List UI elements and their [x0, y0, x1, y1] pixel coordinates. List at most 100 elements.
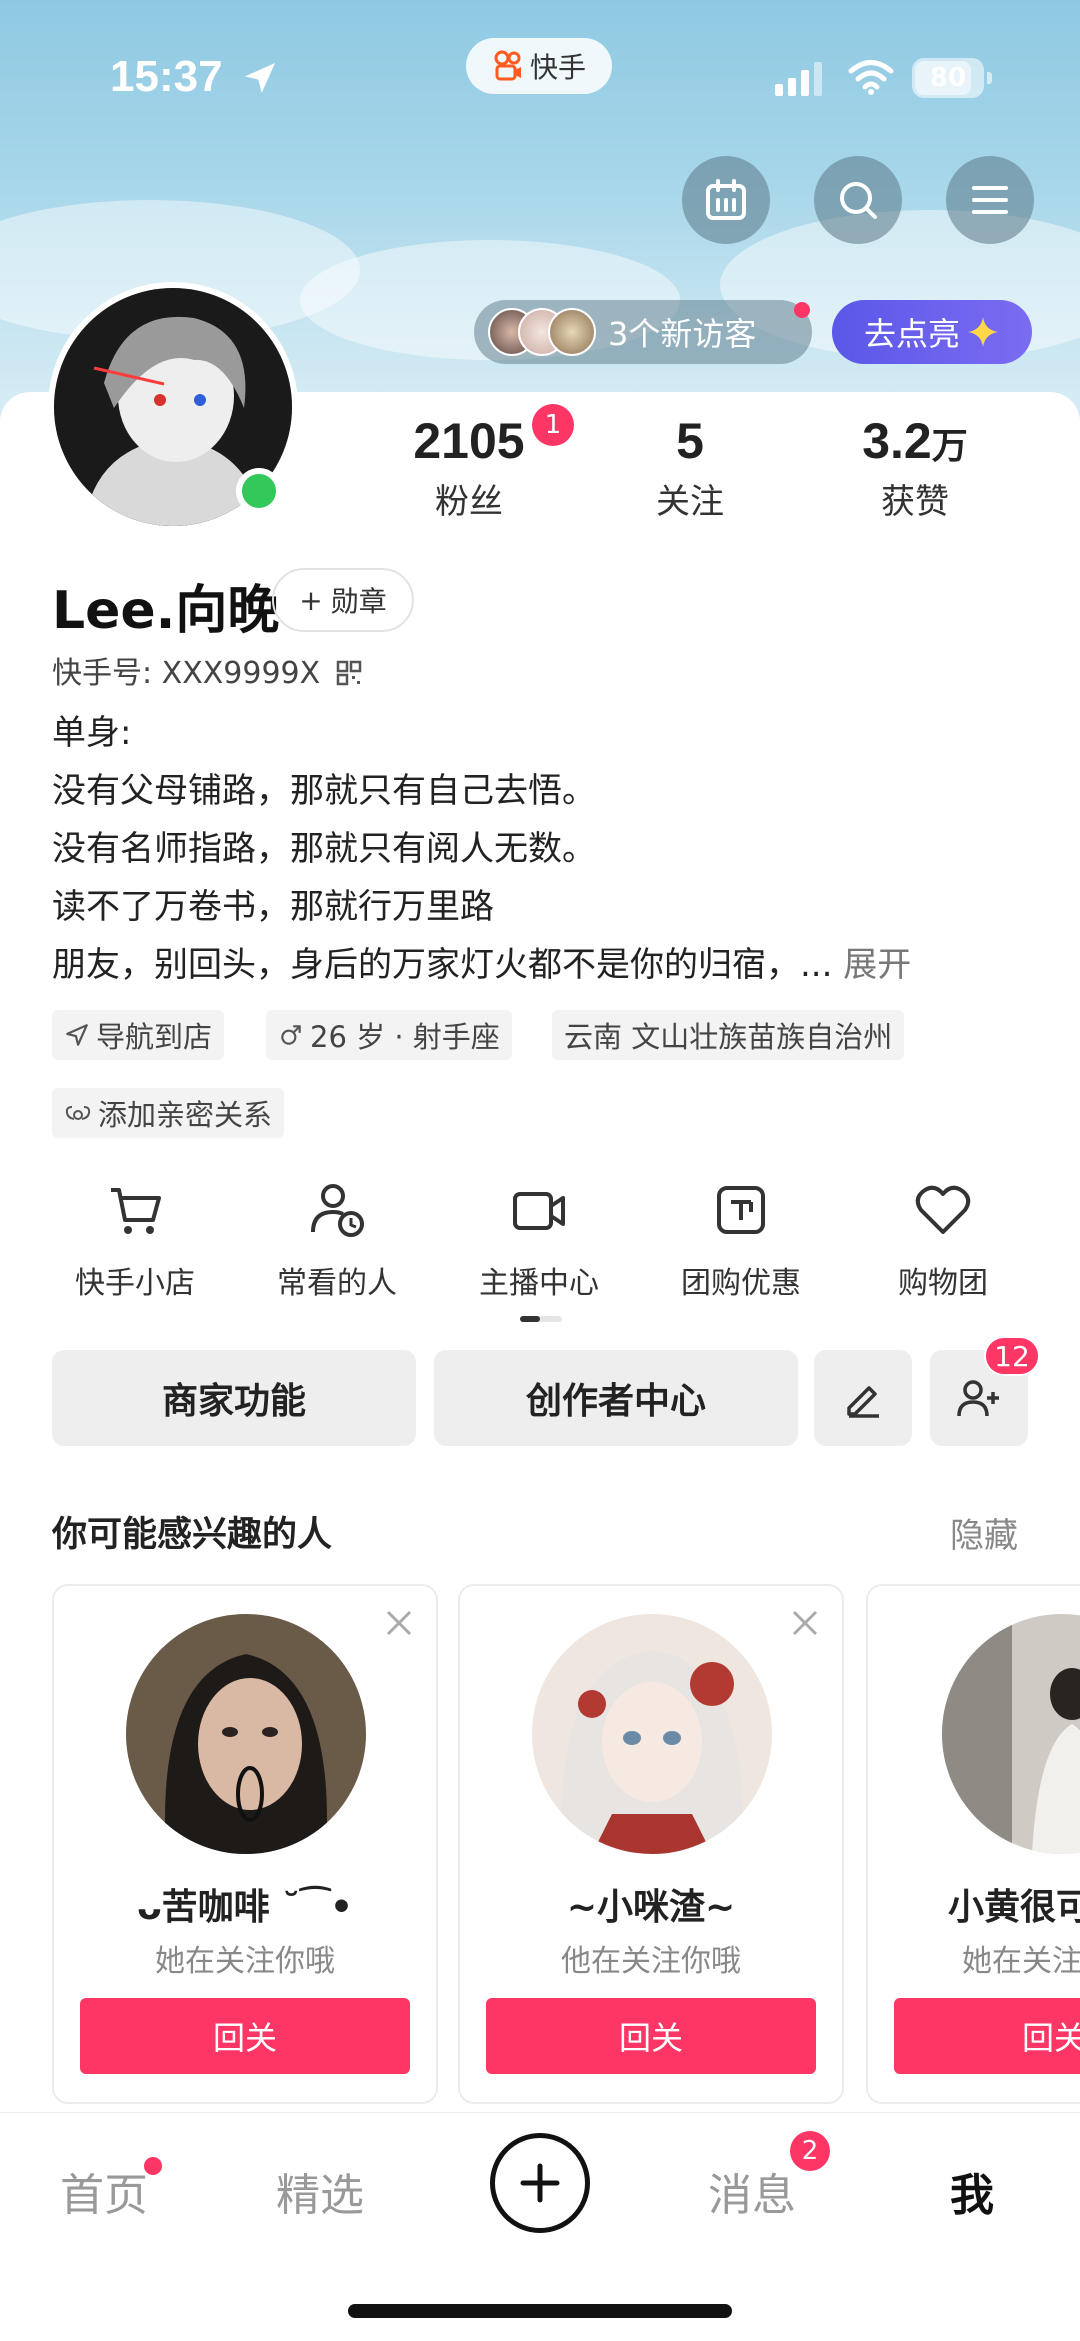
plus-icon: +	[299, 583, 323, 617]
quick-action-group-buy[interactable]: 团购优惠	[666, 1180, 816, 1302]
app-indicator-pill: 快手	[466, 38, 612, 94]
add-user-icon	[957, 1380, 999, 1417]
edit-pencil-icon	[847, 1386, 879, 1418]
recommend-subtitle: 她在关注	[962, 1944, 1080, 1979]
fans-stat[interactable]: 2105 粉丝 1	[404, 404, 574, 523]
likes-unit: 万	[931, 425, 968, 466]
home-notification-dot	[144, 2157, 162, 2175]
merchant-label: 商家功能	[161, 1381, 306, 1422]
edit-profile-button[interactable]	[814, 1350, 912, 1446]
navigate-label: 导航到店	[96, 1020, 213, 1054]
recommend-name: 小黄很可	[948, 1887, 1080, 1928]
add-close-relation-tag[interactable]: 添加亲密关系	[52, 1088, 285, 1138]
following-label: 关注	[656, 482, 724, 522]
medal-label: 勋章	[330, 585, 387, 618]
messages-badge: 2	[790, 2131, 830, 2171]
light-up-button[interactable]: 去点亮	[832, 300, 1032, 364]
fans-label: 粉丝	[435, 482, 503, 522]
add-medal-button[interactable]: + 勋章	[272, 568, 414, 632]
recommend-name: ᴗ苦咖啡 ˘⁀•	[136, 1887, 354, 1928]
navigation-icon	[66, 1024, 88, 1046]
quick-action-shop[interactable]: 快手小店	[60, 1180, 210, 1302]
likes-label: 获赞	[881, 482, 949, 522]
clock: 15:37	[110, 52, 223, 101]
age-zodiac-tag: 26 岁 · 射手座	[266, 1010, 512, 1060]
following-stat[interactable]: 5 关注	[640, 412, 740, 523]
following-count: 5	[676, 413, 704, 469]
battery-indicator: 80	[912, 58, 992, 98]
new-visitors-label: 3个新访客	[608, 315, 757, 353]
likes-stat[interactable]: 3.2万 获赞	[850, 412, 980, 523]
navigate-to-store-tag[interactable]: 导航到店	[52, 1010, 225, 1060]
recommend-subtitle: 他在关注你哦	[561, 1944, 741, 1979]
recommend-card[interactable]: ᴗ苦咖啡 ˘⁀• 她在关注你哦 回关	[52, 1584, 438, 2104]
male-icon	[281, 1025, 301, 1045]
status-bar: 15:37 快手 80	[0, 0, 1080, 150]
quick-action-label: 主播中心	[479, 1266, 599, 1301]
online-status-dot	[236, 468, 282, 514]
create-post-button[interactable]	[490, 2133, 590, 2233]
quick-actions-scroll-indicator	[520, 1316, 562, 1322]
kuaishou-id-text: 快手号: XXX9999X	[52, 656, 321, 691]
follow-back-button[interactable]: 回关	[80, 1998, 410, 2074]
new-visitors-button[interactable]: 3个新访客	[474, 300, 812, 364]
quick-action-label: 常看的人	[277, 1266, 397, 1301]
bio-line: 读不了万卷书，那就行万里路	[52, 887, 494, 927]
location-arrow-icon	[245, 63, 275, 93]
qr-code-icon	[336, 660, 361, 686]
quick-action-label: 团购优惠	[681, 1266, 801, 1301]
app-name: 快手	[529, 51, 586, 84]
fans-count: 2105	[413, 413, 525, 469]
quick-action-label: 购物团	[898, 1266, 988, 1301]
recommend-section-title: 你可能感兴趣的人	[52, 1515, 333, 1555]
hide-recommend-button[interactable]: 隐藏	[950, 1508, 1018, 1557]
search-button[interactable]	[814, 156, 902, 244]
follow-back-button[interactable]: 回关	[486, 1998, 816, 2074]
creator-center-button[interactable]: 创作者中心	[434, 1350, 798, 1446]
quick-action-frequent[interactable]: 常看的人	[262, 1180, 412, 1302]
profile-name: Lee.向晚	[52, 581, 280, 641]
expand-bio-link[interactable]: 展开	[843, 945, 911, 985]
follow-back-button[interactable]: 回关	[894, 1998, 1080, 2074]
age-label: 26 岁 · 射手座	[310, 1020, 500, 1054]
likes-count: 3.2	[862, 413, 932, 469]
relation-label: 添加亲密关系	[98, 1098, 273, 1132]
search-icon	[840, 182, 877, 219]
nav-home[interactable]: 首页	[60, 2159, 148, 2223]
nav-me-label: 我	[950, 2170, 994, 2221]
close-icon[interactable]	[790, 1608, 820, 1638]
nav-featured[interactable]: 精选	[276, 2159, 364, 2223]
battery-level: 80	[929, 63, 967, 93]
nav-messages-label: 消息	[708, 2170, 796, 2221]
bio-line: 没有名师指路，那就只有阅人无数。	[52, 829, 596, 869]
recommend-card[interactable]: ~小咪渣~ 他在关注你哦 回关	[458, 1584, 844, 2104]
cart-icon	[111, 1188, 161, 1234]
light-up-label: 去点亮	[863, 315, 960, 353]
user-clock-icon	[311, 1184, 364, 1237]
fans-badge: 1	[532, 404, 574, 446]
quick-action-streamer[interactable]: 主播中心	[464, 1180, 614, 1302]
quick-action-shopping-group[interactable]: 购物团	[868, 1180, 1018, 1302]
calendar-button[interactable]	[682, 156, 770, 244]
home-indicator	[348, 2304, 732, 2318]
wifi-icon	[848, 60, 894, 95]
visitor-avatar	[548, 308, 596, 356]
recommend-card[interactable]: 小黄很可 她在关注 回关	[866, 1584, 1080, 2104]
notification-dot	[794, 302, 810, 318]
merchant-features-button[interactable]: 商家功能	[52, 1350, 416, 1446]
bio-line: 单身:	[52, 713, 132, 753]
menu-button[interactable]	[946, 156, 1034, 244]
recommend-subtitle: 她在关注你哦	[155, 1944, 335, 1979]
sparkle-icon	[968, 317, 998, 347]
nav-home-label: 首页	[60, 2170, 148, 2221]
nav-me[interactable]: 我	[950, 2159, 994, 2223]
kuaishou-id[interactable]: 快手号: XXX9999X	[52, 648, 362, 692]
recommend-avatar	[532, 1614, 772, 1854]
profile-bio: 单身: 没有父母铺路，那就只有自己去悟。 没有名师指路，那就只有阅人无数。 读不…	[52, 704, 1042, 994]
nav-messages[interactable]: 消息	[708, 2159, 796, 2223]
close-icon[interactable]	[384, 1608, 414, 1638]
coupon-icon	[717, 1186, 765, 1234]
link-hearts-icon	[65, 1106, 91, 1120]
nav-featured-label: 精选	[276, 2170, 364, 2221]
add-friend-badge: 12	[984, 1336, 1040, 1376]
